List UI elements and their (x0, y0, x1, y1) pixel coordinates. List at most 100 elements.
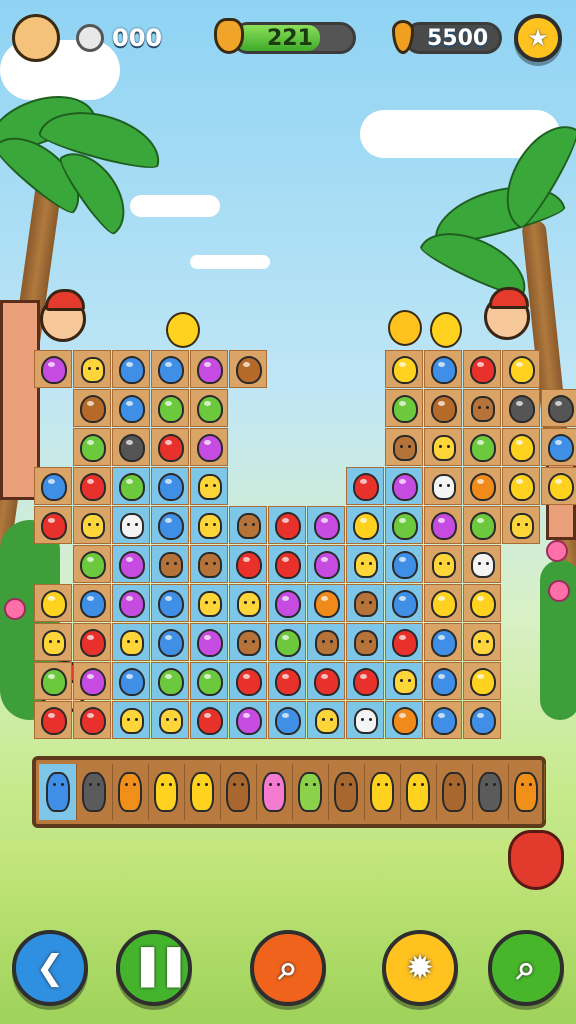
board-cell[interactable] (151, 701, 189, 739)
board-cell[interactable] (190, 389, 228, 427)
board-cell[interactable] (385, 662, 423, 700)
board-cell[interactable] (112, 506, 150, 544)
zoom-button[interactable]: ⌕ (488, 930, 564, 1006)
board-cell[interactable] (190, 701, 228, 739)
board-cell[interactable] (424, 389, 462, 427)
board-cell[interactable] (463, 467, 501, 505)
board-cell[interactable] (190, 623, 228, 661)
board-cell[interactable] (541, 428, 576, 466)
board-cell[interactable] (73, 545, 111, 583)
board-cell[interactable] (268, 584, 306, 622)
board-cell[interactable] (346, 623, 384, 661)
board-cell[interactable] (112, 662, 150, 700)
board-cell[interactable] (229, 623, 267, 661)
board-cell[interactable] (307, 545, 345, 583)
tray-slot[interactable] (183, 764, 221, 820)
board-cell[interactable] (541, 467, 576, 505)
board-cell[interactable] (502, 467, 540, 505)
board-cell[interactable] (307, 623, 345, 661)
board-cell[interactable] (463, 428, 501, 466)
board-cell[interactable] (112, 623, 150, 661)
tray-slot[interactable] (327, 764, 365, 820)
board-cell[interactable] (463, 662, 501, 700)
board-cell[interactable] (346, 506, 384, 544)
board-cell[interactable] (151, 428, 189, 466)
board-cell[interactable] (229, 662, 267, 700)
board-cell[interactable] (151, 662, 189, 700)
mascot-face-icon[interactable] (12, 14, 60, 62)
board-cell[interactable] (463, 545, 501, 583)
board-cell[interactable] (34, 350, 72, 388)
board-cell[interactable] (502, 428, 540, 466)
tray-slot[interactable] (435, 764, 473, 820)
board-cell[interactable] (307, 584, 345, 622)
board-cell[interactable] (424, 428, 462, 466)
board-cell[interactable] (424, 545, 462, 583)
board-cell[interactable] (385, 584, 423, 622)
board-cell[interactable] (34, 506, 72, 544)
board-cell[interactable] (307, 701, 345, 739)
board-cell[interactable] (463, 350, 501, 388)
board-cell[interactable] (346, 662, 384, 700)
board-cell[interactable] (73, 584, 111, 622)
board-cell[interactable] (268, 623, 306, 661)
tray-slot[interactable] (255, 764, 293, 820)
tray-slot[interactable] (507, 764, 545, 820)
board-cell[interactable] (424, 701, 462, 739)
board-cell[interactable] (73, 428, 111, 466)
board-cell[interactable] (385, 389, 423, 427)
back-arrow-button[interactable]: ❮ (12, 930, 88, 1006)
board-cell[interactable] (385, 428, 423, 466)
board-cell[interactable] (502, 506, 540, 544)
board-cell[interactable] (424, 467, 462, 505)
board-cell[interactable] (190, 662, 228, 700)
board-cell[interactable] (229, 701, 267, 739)
board-cell[interactable] (463, 623, 501, 661)
board-cell[interactable] (229, 506, 267, 544)
board-cell[interactable] (112, 350, 150, 388)
board-cell[interactable] (151, 350, 189, 388)
board-cell[interactable] (73, 506, 111, 544)
board-cell[interactable] (385, 467, 423, 505)
board-cell[interactable] (385, 545, 423, 583)
board-cell[interactable] (73, 389, 111, 427)
board-cell[interactable] (346, 701, 384, 739)
tray-slot[interactable] (363, 764, 401, 820)
board-cell[interactable] (424, 623, 462, 661)
board-cell[interactable] (229, 584, 267, 622)
tray-slot[interactable] (399, 764, 437, 820)
board-cell[interactable] (463, 584, 501, 622)
board-cell[interactable] (268, 545, 306, 583)
board-cell[interactable] (541, 389, 576, 427)
board-cell[interactable] (34, 584, 72, 622)
board-cell[interactable] (151, 623, 189, 661)
tray-slot[interactable] (39, 764, 77, 820)
board-cell[interactable] (34, 623, 72, 661)
board-cell[interactable] (190, 545, 228, 583)
board-cell[interactable] (73, 662, 111, 700)
board-cell[interactable] (229, 545, 267, 583)
board-cell[interactable] (268, 506, 306, 544)
board-cell[interactable] (385, 623, 423, 661)
board-cell[interactable] (424, 584, 462, 622)
board-cell[interactable] (190, 467, 228, 505)
board-cell[interactable] (73, 350, 111, 388)
board-cell[interactable] (385, 350, 423, 388)
board-cell[interactable] (73, 701, 111, 739)
board-cell[interactable] (346, 545, 384, 583)
board-cell[interactable] (307, 506, 345, 544)
board-cell[interactable] (112, 428, 150, 466)
board-cell[interactable] (424, 662, 462, 700)
board-cell[interactable] (190, 506, 228, 544)
tray-slot[interactable] (291, 764, 329, 820)
board-cell[interactable] (463, 701, 501, 739)
board-cell[interactable] (385, 506, 423, 544)
board-cell[interactable] (190, 428, 228, 466)
tray-slot[interactable] (471, 764, 509, 820)
board-cell[interactable] (190, 584, 228, 622)
tray-slot[interactable] (75, 764, 113, 820)
board-cell[interactable] (190, 350, 228, 388)
tray-slot[interactable] (147, 764, 185, 820)
board-cell[interactable] (463, 389, 501, 427)
board-cell[interactable] (151, 584, 189, 622)
